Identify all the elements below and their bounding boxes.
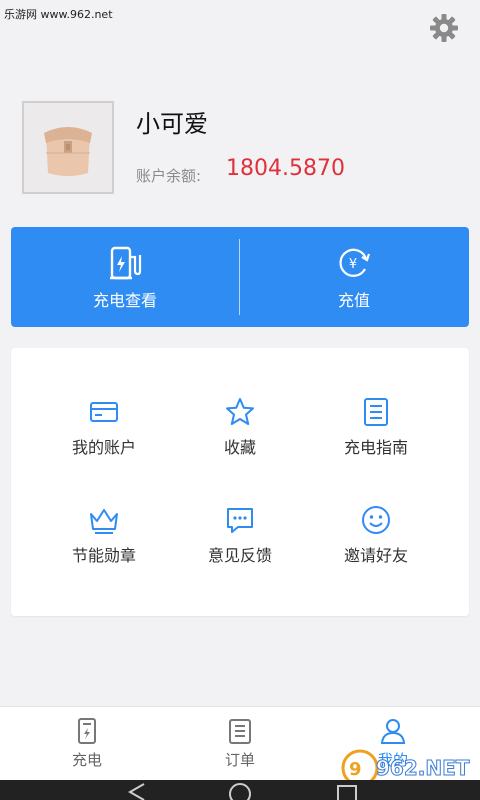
home-icon[interactable] bbox=[229, 783, 251, 800]
menu-label: 节能勋章 bbox=[71, 546, 136, 565]
menu-item-invite-friends[interactable]: 邀请好友 bbox=[300, 504, 452, 584]
menu-grid-card: 我的账户 收藏 充电指南 节能勋章 意见反馈 邀请好友 bbox=[11, 348, 469, 616]
watermark-top: 乐游网 www.962.net bbox=[4, 8, 113, 21]
tab-orders[interactable]: 订单 bbox=[160, 707, 320, 781]
menu-label: 收藏 bbox=[223, 438, 256, 457]
menu-item-energy-medal[interactable]: 节能勋章 bbox=[28, 504, 180, 584]
tab-label: 订单 bbox=[224, 751, 255, 769]
quick-actions-card: 充电查看 ¥ 充值 bbox=[11, 227, 469, 327]
tab-charge[interactable]: 充电 bbox=[7, 707, 167, 781]
yen-refresh-icon: ¥ bbox=[339, 248, 371, 277]
avatar[interactable] bbox=[22, 101, 114, 194]
balance-value: 1804.5870 bbox=[226, 156, 345, 181]
crown-icon bbox=[90, 509, 118, 534]
smile-icon bbox=[362, 506, 390, 534]
watermark-bottom-text: 962.NET bbox=[376, 756, 470, 780]
menu-item-charging-guide[interactable]: 充电指南 bbox=[300, 396, 452, 476]
star-icon bbox=[226, 398, 254, 425]
balance-label: 账户余额: bbox=[136, 167, 202, 185]
avatar-image bbox=[24, 103, 112, 192]
user-tab-icon bbox=[380, 719, 406, 744]
menu-label: 邀请好友 bbox=[343, 546, 408, 565]
menu-label: 意见反馈 bbox=[207, 546, 272, 565]
username: 小可爱 bbox=[136, 110, 208, 138]
charge-tab-icon bbox=[78, 718, 96, 744]
menu-item-feedback[interactable]: 意见反馈 bbox=[164, 504, 316, 584]
tab-label: 充电 bbox=[71, 751, 102, 769]
system-navigation-bar bbox=[0, 780, 480, 800]
menu-label: 充电指南 bbox=[343, 438, 408, 457]
menu-item-favorites[interactable]: 收藏 bbox=[164, 396, 316, 476]
recents-icon[interactable] bbox=[337, 785, 357, 800]
order-tab-icon bbox=[229, 719, 251, 744]
svg-text:¥: ¥ bbox=[349, 257, 357, 272]
gear-icon[interactable] bbox=[428, 12, 460, 44]
menu-item-my-account[interactable]: 我的账户 bbox=[28, 396, 180, 476]
charging-view-label: 充电查看 bbox=[92, 291, 157, 310]
charging-view-button[interactable]: 充电查看 bbox=[11, 227, 239, 327]
recharge-label: 充值 bbox=[337, 291, 370, 310]
svg-text:9: 9 bbox=[349, 759, 362, 780]
chat-icon bbox=[227, 508, 253, 533]
charging-station-icon bbox=[110, 246, 142, 280]
menu-label: 我的账户 bbox=[71, 438, 136, 457]
document-icon bbox=[364, 398, 388, 426]
nav-buttons bbox=[127, 783, 357, 800]
card-icon bbox=[90, 402, 118, 422]
recharge-button[interactable]: ¥ 充值 bbox=[240, 227, 468, 327]
back-icon[interactable] bbox=[127, 783, 145, 800]
